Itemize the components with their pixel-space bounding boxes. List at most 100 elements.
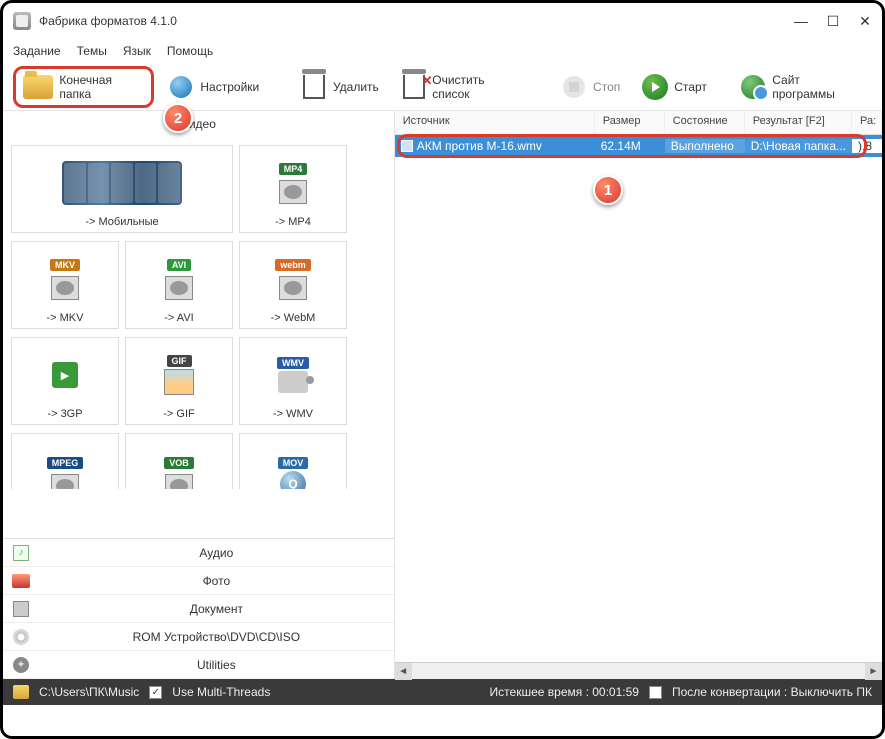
format-mobile-label: -> Мобильные [85,216,158,228]
start-button[interactable]: Старт [634,70,715,104]
stop-icon [563,76,585,98]
category-photo[interactable]: Фото [3,567,394,595]
settings-label: Настройки [200,80,259,94]
callout-two: 2 [163,103,193,133]
list-header: Источник Размер Состояние Результат [F2]… [395,111,882,135]
col-size[interactable]: Размер [595,111,665,134]
mobile-devices-icon [62,161,182,205]
menu-themes[interactable]: Темы [77,44,107,58]
col-result[interactable]: Результат [F2] [745,111,852,134]
formats-grid: -> Мобильные MP4 -> MP4 MKV -> MKV AVI -… [3,137,394,538]
menubar: Задание Темы Язык Помощь [3,39,882,63]
format-gif-label: -> GIF [163,408,194,420]
film-icon [165,474,193,490]
menu-lang[interactable]: Язык [123,44,151,58]
clear-list-button[interactable]: Очистить список [393,69,531,105]
mp4-badge: MP4 [279,163,308,175]
category-document[interactable]: Документ [3,595,394,623]
row-extra: ).8 [852,139,882,153]
film-icon [279,276,307,300]
category-rom[interactable]: ROM Устройство\DVD\CD\ISO [3,623,394,651]
format-avi[interactable]: AVI -> AVI [125,241,233,329]
play-icon [642,74,668,100]
table-row[interactable]: АКМ против М-16.wmv 62.14M Выполнено D:\… [395,135,882,157]
row-size: 62.14M [595,139,665,153]
row-source: АКМ против М-16.wmv [417,139,542,153]
menu-help[interactable]: Помощь [167,44,213,58]
site-label: Сайт программы [772,73,864,101]
window-controls: — ☐ ✕ [794,14,872,28]
vob-badge: VOB [164,457,194,469]
format-mp4[interactable]: MP4 -> MP4 [239,145,347,233]
col-source[interactable]: Источник [395,111,595,134]
toolbar: Конечная папка Настройки Удалить Очистит… [3,63,882,111]
delete-button[interactable]: Удалить [293,70,387,104]
after-convert-checkbox[interactable] [649,686,662,699]
category-photo-label: Фото [39,574,394,588]
clear-label: Очистить список [432,73,523,101]
close-button[interactable]: ✕ [858,14,872,28]
scroll-left-arrow[interactable]: ◄ [395,663,412,680]
format-mkv-label: -> MKV [47,312,84,324]
mpeg-badge: MPEG [47,457,84,469]
stop-label: Стоп [593,80,620,94]
output-folder-button[interactable]: Конечная папка [13,66,154,108]
format-webm[interactable]: webm -> WebM [239,241,347,329]
format-mobile[interactable]: -> Мобильные [11,145,233,233]
status-path: C:\Users\ПК\Music [39,685,139,699]
mkv-badge: MKV [50,259,80,271]
statusbar: C:\Users\ПК\Music ✓ Use Multi-Threads Ис… [3,679,882,705]
trash-x-icon [403,75,425,99]
settings-button[interactable]: Настройки [160,70,267,104]
category-header: Видео [3,111,394,137]
elapsed-time: Истекшее время : 00:01:59 [490,685,639,699]
multithread-checkbox[interactable]: ✓ [149,686,162,699]
film-icon [51,276,79,300]
gif-badge: GIF [167,355,192,367]
category-document-label: Документ [39,602,394,616]
format-vob[interactable]: VOB [125,433,233,489]
app-icon [13,12,31,30]
camcorder-icon [278,371,308,393]
minimize-button[interactable]: — [794,14,808,28]
left-pane: Видео -> Мобильные MP4 -> MP4 MKV -> MKV [3,111,395,679]
menu-task[interactable]: Задание [13,44,61,58]
format-3gp-label: -> 3GP [47,408,82,420]
format-3gp[interactable]: -> 3GP [11,337,119,425]
scroll-right-arrow[interactable]: ► [865,663,882,680]
category-audio-label: Аудио [39,546,394,560]
stop-button[interactable]: Стоп [553,70,628,104]
site-button[interactable]: Сайт программы [733,69,872,105]
disc-icon [13,629,29,645]
format-mp4-label: -> MP4 [275,216,311,228]
photo-icon [12,574,30,588]
format-mov[interactable]: MOV [239,433,347,489]
folder-icon [23,75,53,99]
col-state[interactable]: Состояние [665,111,745,134]
file-icon [401,140,413,152]
music-note-icon: ♪ [13,545,29,561]
callout-one: 1 [593,175,623,205]
film-icon [279,180,307,204]
category-audio[interactable]: ♪ Аудио [3,539,394,567]
format-gif[interactable]: GIF -> GIF [125,337,233,425]
avi-badge: AVI [167,259,191,271]
category-utilities[interactable]: Utilities [3,651,394,679]
multithread-label: Use Multi-Threads [172,685,270,699]
horizontal-scrollbar[interactable]: ◄ ► [395,662,882,679]
category-utilities-label: Utilities [39,658,394,672]
delete-label: Удалить [333,80,379,94]
document-icon [13,601,29,617]
wmv-badge: WMV [277,357,309,369]
maximize-button[interactable]: ☐ [826,14,840,28]
format-mkv[interactable]: MKV -> MKV [11,241,119,329]
main-area: Видео -> Мобильные MP4 -> MP4 MKV -> MKV [3,111,882,679]
folder-icon[interactable] [13,685,29,699]
webm-badge: webm [275,259,311,271]
list-body: АКМ против М-16.wmv 62.14M Выполнено D:\… [395,135,882,679]
format-mpeg[interactable]: MPEG [11,433,119,489]
format-wmv[interactable]: WMV -> WMV [239,337,347,425]
format-webm-label: -> WebM [271,312,316,324]
col-extra[interactable]: Ра: [852,111,882,134]
category-rom-label: ROM Устройство\DVD\CD\ISO [39,630,394,644]
